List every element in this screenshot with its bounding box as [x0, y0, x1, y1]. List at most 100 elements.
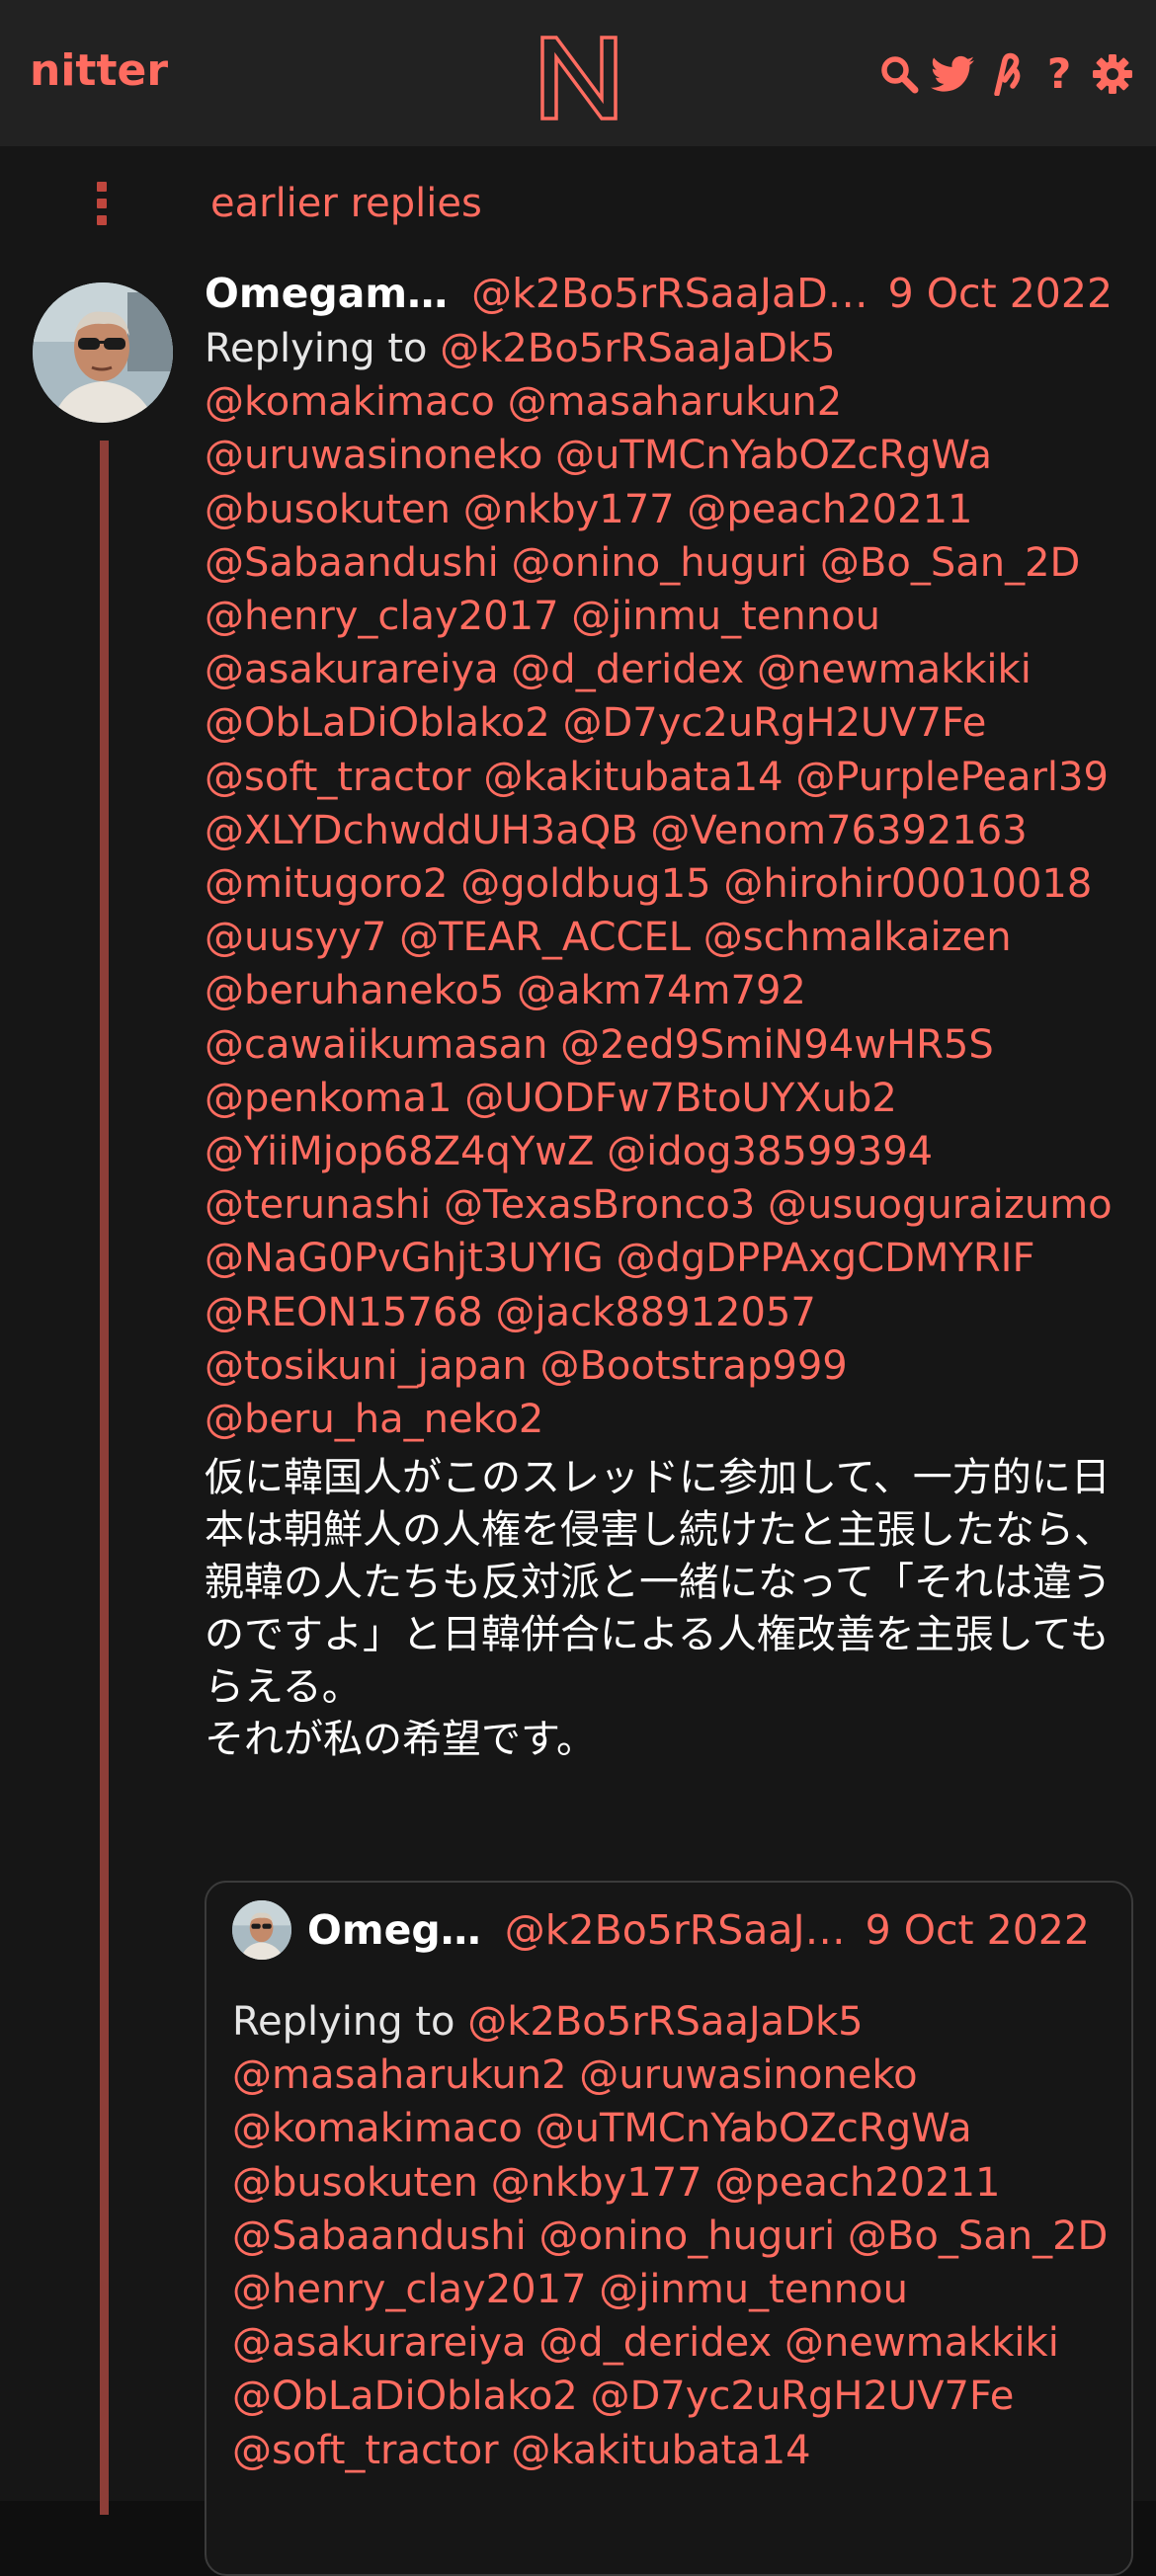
mention-link[interactable]: @REON15768	[205, 1290, 483, 1335]
mention-link[interactable]: @TEAR_ACCEL	[399, 915, 691, 960]
quoted-tweet[interactable]: Omeg… @k2Bo5rRSaaJ… 9 Oct 2022 Replying …	[205, 1881, 1133, 2576]
mention-link[interactable]: @nkby177	[491, 2160, 702, 2206]
mention-link[interactable]: @kakitubata14	[511, 2428, 810, 2473]
tweet-content: 仮に韓国人がこのスレッドに参加して、一方的に日本は朝鮮人の人権を侵害し続けたと主…	[205, 1455, 1114, 1763]
mention-link[interactable]: @Bootstrap999	[539, 1343, 847, 1389]
quote-fullname[interactable]: Omeg…	[307, 1906, 481, 1954]
mention-link[interactable]: @jinmu_tennou	[599, 2267, 908, 2312]
mention-link[interactable]: @henry_clay2017	[232, 2267, 587, 2312]
mention-link[interactable]: @D7yc2uRgH2UV7Fe	[562, 700, 986, 746]
mention-link[interactable]: @k2Bo5rRSaaJaDk5	[467, 1999, 863, 2045]
mention-link[interactable]: @dgDPPAxgCDMYRIF	[617, 1236, 1035, 1281]
mention-link[interactable]: @nkby177	[463, 487, 675, 532]
mention-link[interactable]: @komakimaco	[232, 2106, 523, 2151]
mention-link[interactable]: @uusyy7	[205, 915, 386, 960]
mention-link[interactable]: @PurplePearl39	[795, 755, 1109, 800]
mention-link[interactable]: @beru_ha_neko2	[205, 1397, 543, 1442]
mention-link[interactable]: @hirohir00010018	[723, 861, 1092, 907]
mention-link[interactable]: @henry_clay2017	[205, 594, 559, 639]
mention-link[interactable]: @uruwasinoneko	[579, 2053, 917, 2098]
quote-avatar-image	[232, 1900, 291, 1960]
mention-link[interactable]: @schmalkaizen	[703, 915, 1012, 960]
earlier-replies-row: earlier replies	[0, 176, 1156, 235]
nav-icons: ?	[877, 47, 1134, 101]
mention-link[interactable]: @Bo_San_2D	[820, 540, 1080, 586]
mention-link[interactable]: @goldbug15	[460, 861, 710, 907]
mention-link[interactable]: @uruwasinoneko	[205, 433, 542, 478]
tweet: Omegam… @k2Bo5rRSaaJaD… 9 Oct 2022 Reply…	[205, 265, 1133, 1766]
replying-to: Replying to @k2Bo5rRSaaJaDk5 @komakimaco…	[205, 322, 1133, 1446]
settings-gear-icon[interactable]	[1091, 52, 1134, 96]
mention-link[interactable]: @onino_huguri	[511, 540, 807, 586]
mention-link[interactable]: @peach20211	[687, 487, 972, 532]
mention-link[interactable]: @newmakkiki	[784, 2320, 1059, 2366]
mention-link[interactable]: @busokuten	[232, 2160, 478, 2206]
mention-link[interactable]: @soft_tractor	[205, 755, 471, 800]
tweet-username[interactable]: @k2Bo5rRSaaJaD…	[471, 265, 868, 322]
help-icon[interactable]: ?	[1037, 52, 1081, 96]
twitter-bird-icon[interactable]	[931, 52, 974, 96]
mention-link[interactable]: @jinmu_tennou	[571, 594, 880, 639]
mention-link[interactable]: @Venom76392163	[650, 808, 1027, 853]
mention-link[interactable]: @d_deridex	[511, 647, 744, 692]
rss-icon[interactable]	[984, 52, 1028, 96]
avatar-image	[33, 282, 173, 423]
mention-link[interactable]: @Bo_San_2D	[848, 2214, 1108, 2259]
tweet-fullname[interactable]: Omegam…	[205, 265, 448, 322]
earlier-replies-link[interactable]: earlier replies	[210, 176, 482, 231]
mention-link[interactable]: @soft_tractor	[232, 2428, 499, 2473]
mention-link[interactable]: @TexasBronco3	[444, 1182, 755, 1228]
mention-link[interactable]: @mitugoro2	[205, 861, 448, 907]
nitter-logo[interactable]	[538, 34, 619, 122]
quote-date[interactable]: 9 Oct 2022	[866, 1906, 1090, 1954]
mention-link[interactable]: @Sabaandushi	[232, 2214, 527, 2259]
thread-line	[100, 441, 109, 2515]
mention-link[interactable]: @komakimaco	[205, 379, 495, 425]
mention-link[interactable]: @usuoguraizumo	[768, 1182, 1113, 1228]
mention-link[interactable]: @ObLaDiOblako2	[205, 700, 550, 746]
timeline: earlier replies Omegam… @k2Bo5rRSaaJaD… …	[0, 146, 1156, 2576]
replying-to-label: Replying to	[205, 326, 428, 371]
mention-link[interactable]: @newmakkiki	[757, 647, 1032, 692]
mention-link[interactable]: @XLYDchwddUH3aQB	[205, 808, 638, 853]
quote-header: Omeg… @k2Bo5rRSaaJ… 9 Oct 2022	[232, 1898, 1090, 1962]
quote-mention-list: @k2Bo5rRSaaJaDk5 @masaharukun2 @uruwasin…	[232, 1999, 1108, 2473]
mention-link[interactable]: @Sabaandushi	[205, 540, 499, 586]
mention-link[interactable]: @uTMCnYabOZcRgWa	[536, 2106, 972, 2151]
mention-link[interactable]: @onino_huguri	[538, 2214, 835, 2259]
quote-username[interactable]: @k2Bo5rRSaaJ…	[505, 1906, 846, 1954]
mention-link[interactable]: @ObLaDiOblako2	[232, 2374, 578, 2419]
mention-link[interactable]: @penkoma1	[205, 1076, 453, 1121]
mention-link[interactable]: @tosikuni_japan	[205, 1343, 528, 1389]
mention-link[interactable]: @idog38599394	[607, 1129, 933, 1174]
mention-link[interactable]: @UODFw7BtoUYXub2	[464, 1076, 897, 1121]
mention-link[interactable]: @akm74m792	[517, 968, 806, 1013]
mention-link[interactable]: @asakurareiya	[205, 647, 499, 692]
mention-link[interactable]: @peach20211	[714, 2160, 1000, 2206]
mention-link[interactable]: @k2Bo5rRSaaJaDk5	[440, 326, 835, 371]
mention-link[interactable]: @YiiMjop68Z4qYwZ	[205, 1129, 594, 1174]
quote-avatar[interactable]	[232, 1900, 291, 1960]
avatar[interactable]	[33, 282, 173, 423]
mention-link[interactable]: @beruhaneko5	[205, 968, 504, 1013]
mention-link[interactable]: @terunashi	[205, 1182, 431, 1228]
mention-list: @k2Bo5rRSaaJaDk5 @komakimaco @masaharuku…	[205, 326, 1113, 1442]
navbar: nitter ?	[0, 0, 1156, 146]
quote-replying-to: Replying to @k2Bo5rRSaaJaDk5 @masaharuku…	[232, 1995, 1112, 2477]
mention-link[interactable]: @masaharukun2	[508, 379, 843, 425]
mention-link[interactable]: @asakurareiya	[232, 2320, 527, 2366]
nitter-logo-icon	[540, 36, 618, 121]
tweet-date[interactable]: 9 Oct 2022	[888, 265, 1113, 322]
mention-link[interactable]: @kakitubata14	[483, 755, 783, 800]
mention-link[interactable]: @2ed9SmiN94wHR5S	[560, 1022, 994, 1068]
mention-link[interactable]: @jack88912057	[495, 1290, 815, 1335]
mention-link[interactable]: @masaharukun2	[232, 2053, 567, 2098]
mention-link[interactable]: @busokuten	[205, 487, 451, 532]
brand-link[interactable]: nitter	[30, 41, 168, 101]
mention-link[interactable]: @uTMCnYabOZcRgWa	[555, 433, 992, 478]
search-icon[interactable]	[877, 52, 921, 96]
mention-link[interactable]: @cawaiikumasan	[205, 1022, 547, 1068]
mention-link[interactable]: @d_deridex	[538, 2320, 772, 2366]
mention-link[interactable]: @NaG0PvGhjt3UYIG	[205, 1236, 604, 1281]
mention-link[interactable]: @D7yc2uRgH2UV7Fe	[590, 2374, 1014, 2419]
